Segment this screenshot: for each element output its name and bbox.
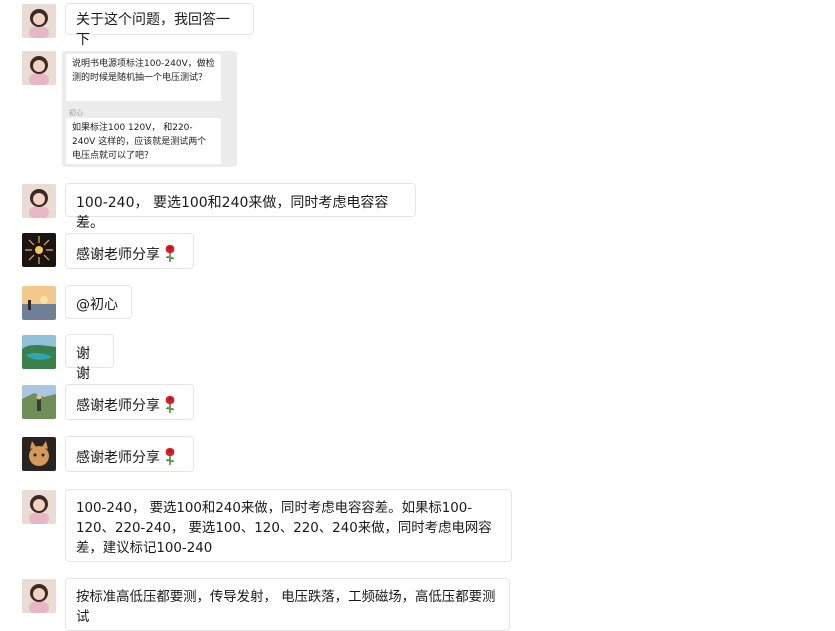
message-bubble: 关于这个问题，我回答一下 (65, 3, 254, 48)
quote-original-text: 说明书电源项标注100-240V，做检测的时候是随机抽一个电压测试？ (66, 54, 221, 101)
message-bubble: @初心 (65, 285, 132, 319)
avatar-hiker[interactable] (22, 385, 56, 419)
message-bubble: 按标准高低压都要测，传导发射， 电压跌落，工频磁场，高低压都要测试 (65, 578, 510, 631)
avatar-woman[interactable] (22, 51, 56, 85)
message-bubble: 100-240， 要选100和240来做，同时考虑电容容差。 (65, 183, 416, 231)
message-text: 感谢老师分享 (76, 450, 160, 466)
quote-author-name: 初心 (69, 109, 83, 117)
message-text: 100-240， 要选100和240来做，同时考虑电容容差。 (76, 195, 389, 231)
avatar-woman[interactable] (22, 4, 56, 38)
message-bubble: 100-240， 要选100和240来做，同时考虑电容容差。如果标100-120… (65, 489, 512, 562)
message-text: 按标准高低压都要测，传导发射， 电压跌落，工频磁场，高低压都要测试 (76, 590, 496, 625)
quoted-message-card[interactable]: 说明书电源项标注100-240V，做检测的时候是随机抽一个电压测试？ 初心 如果… (62, 51, 237, 167)
message-bubble: 感谢老师分享 (65, 436, 194, 472)
quote-reply-text: 如果标注100 120V， 和220-240V 这样的，应该就是测试两个电压点就… (66, 118, 221, 164)
message-text: 感谢老师分享 (76, 398, 160, 414)
avatar-woman[interactable] (22, 579, 56, 613)
rose-emoji-icon (162, 446, 178, 472)
avatar-lake[interactable] (22, 335, 56, 369)
message-text: 谢谢 (76, 346, 90, 382)
message-bubble: 谢谢 (65, 334, 114, 382)
rose-emoji-icon (162, 394, 178, 420)
avatar-sunset[interactable] (22, 286, 56, 320)
message-bubble: 感谢老师分享 (65, 384, 194, 420)
message-bubble: 感谢老师分享 (65, 233, 194, 269)
message-text: 感谢老师分享 (76, 247, 160, 263)
avatar-woman[interactable] (22, 184, 56, 218)
avatar-fireworks[interactable] (22, 233, 56, 267)
rose-emoji-icon (162, 243, 178, 269)
message-text: @初心 (76, 297, 118, 313)
avatar-woman[interactable] (22, 490, 56, 524)
message-text: 100-240， 要选100和240来做，同时考虑电容容差。如果标100-120… (76, 501, 492, 556)
message-text: 关于这个问题，我回答一下 (76, 12, 230, 48)
avatar-cat[interactable] (22, 437, 56, 471)
